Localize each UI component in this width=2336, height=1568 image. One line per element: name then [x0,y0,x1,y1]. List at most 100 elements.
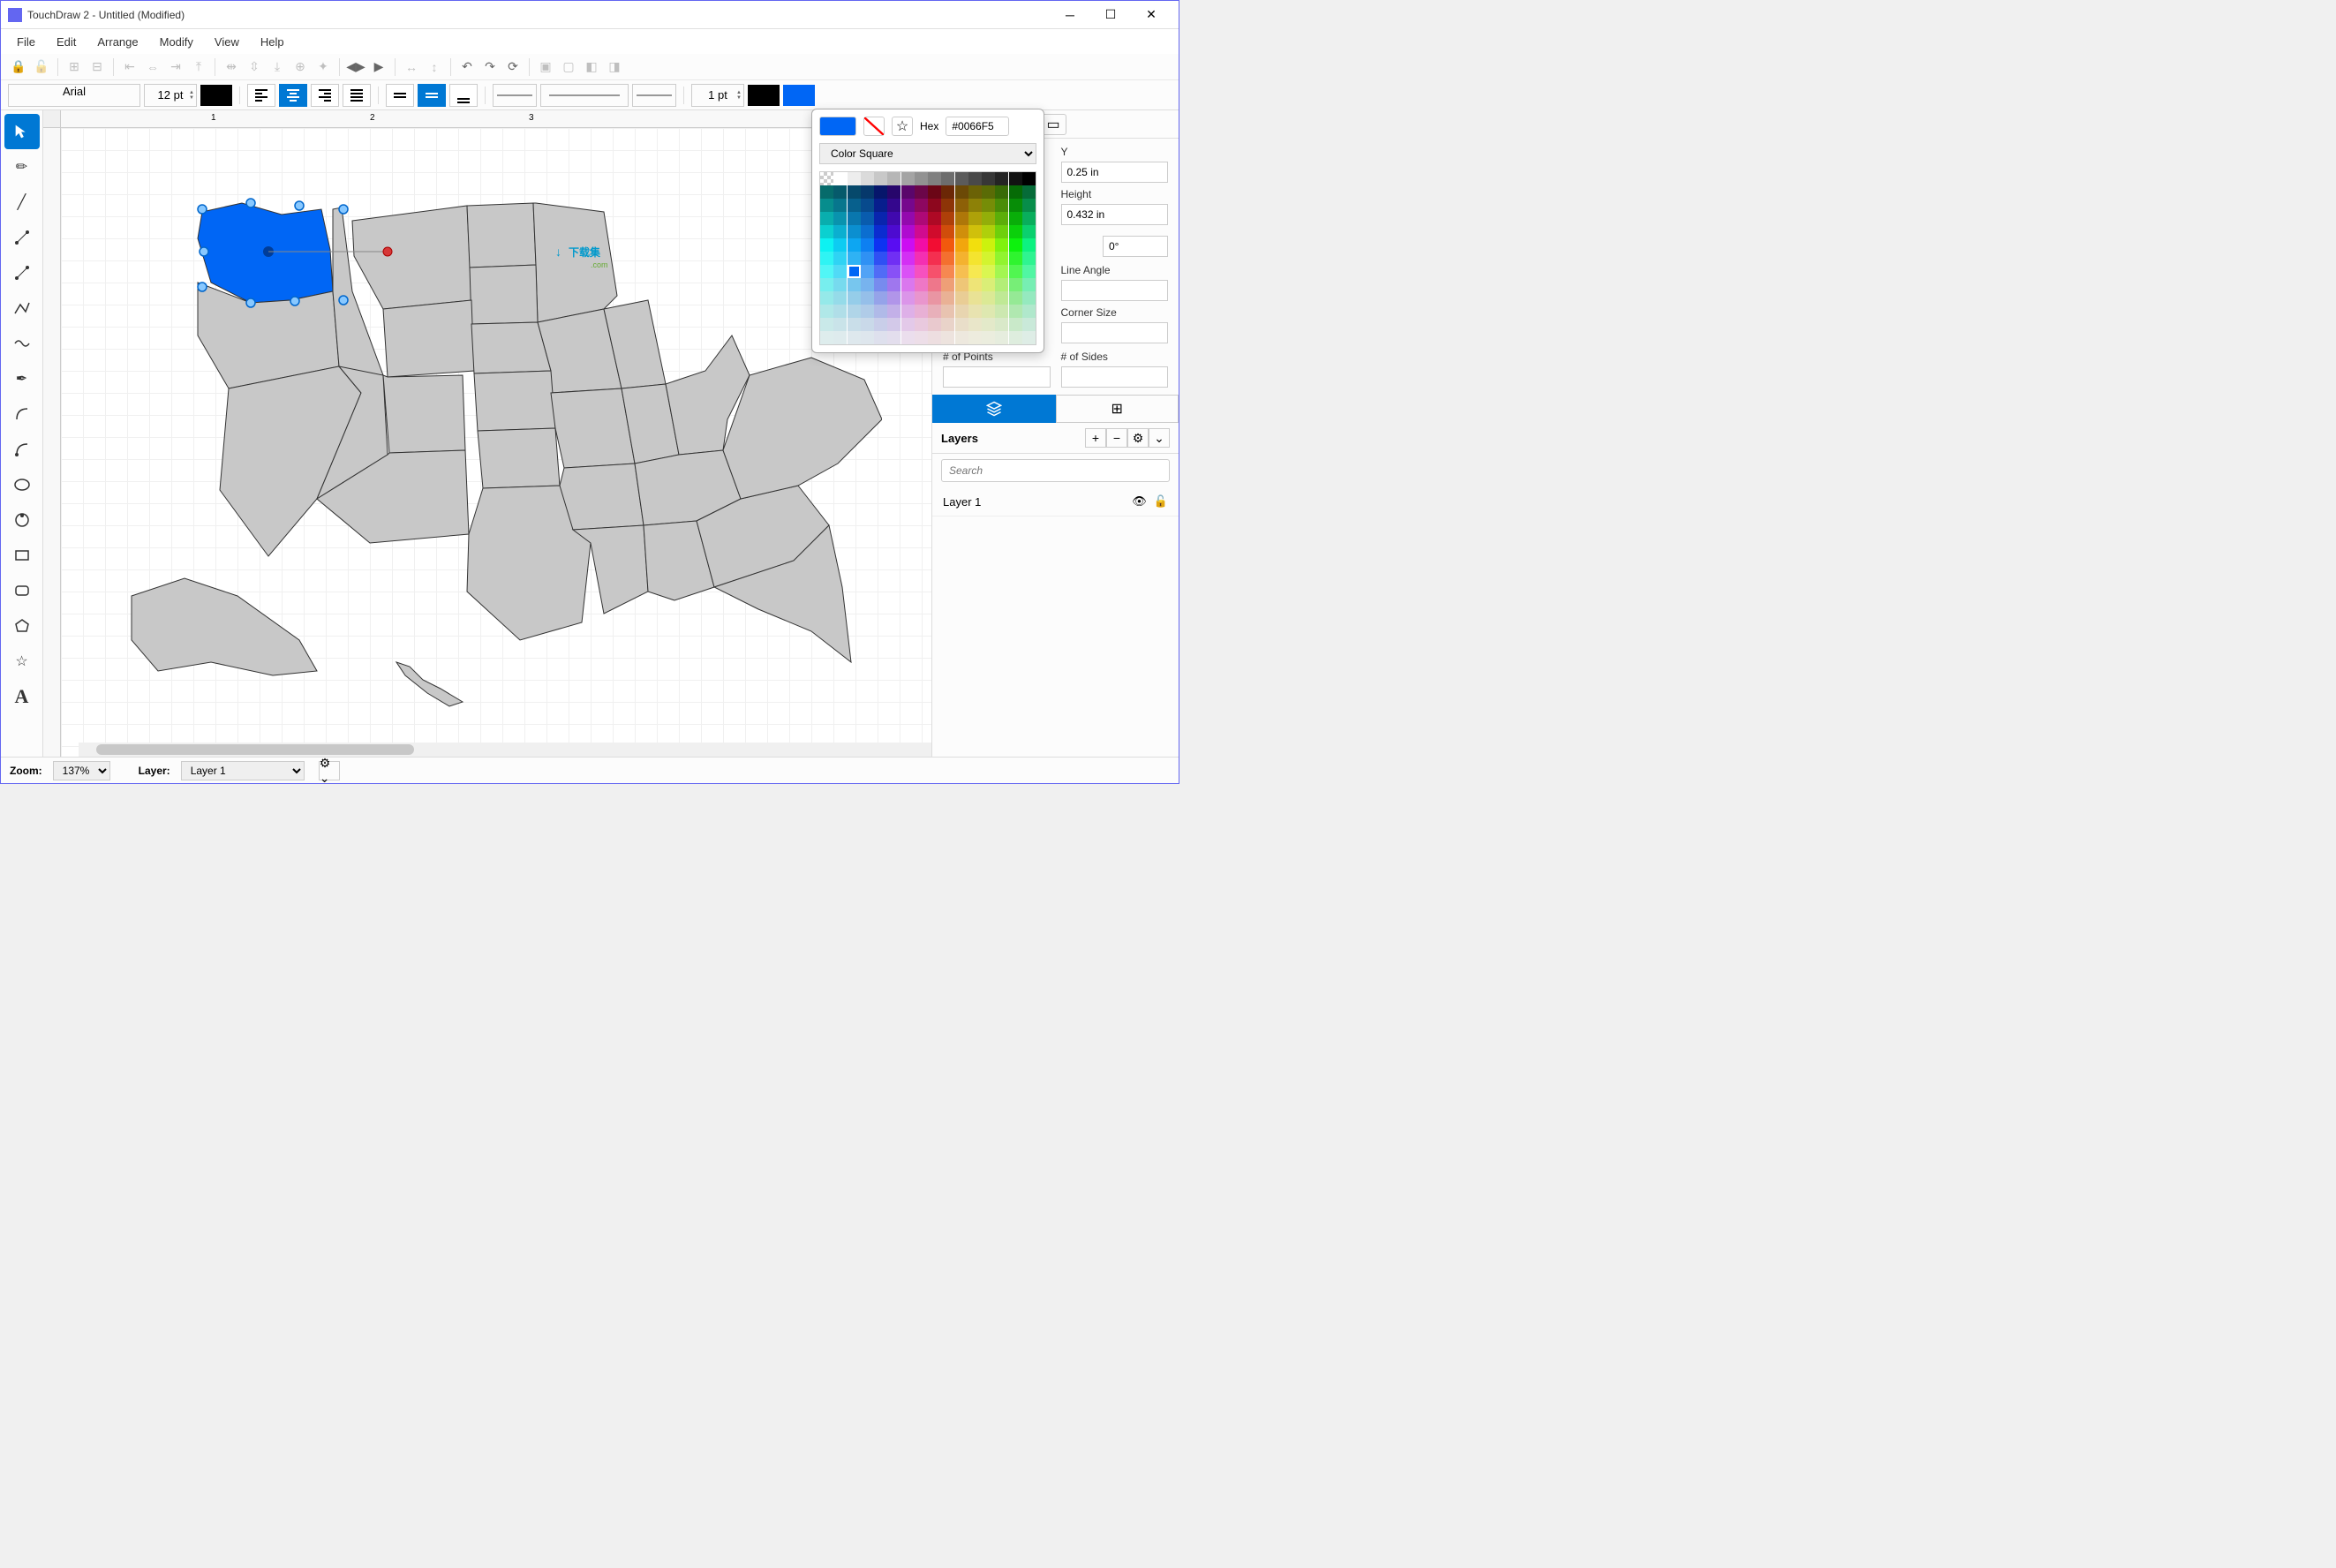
color-cell[interactable] [833,265,847,278]
color-cell[interactable] [1009,252,1022,265]
color-cell[interactable] [928,185,941,199]
y-input[interactable] [1061,162,1169,183]
minimize-button[interactable]: ─ [1050,2,1090,28]
color-cell[interactable] [995,199,1008,212]
color-cell[interactable] [1022,331,1036,344]
color-cell[interactable] [928,212,941,225]
color-cell[interactable] [820,318,833,331]
color-cell[interactable] [1022,225,1036,238]
color-cell[interactable] [1022,265,1036,278]
color-cell[interactable] [874,305,887,318]
color-cell[interactable] [955,185,968,199]
star-tool[interactable]: ☆ [4,644,40,679]
text-color-swatch[interactable] [200,85,232,106]
color-cell[interactable] [820,185,833,199]
canvas[interactable]: ↓ 下载集 .com [61,128,931,757]
color-cell[interactable] [833,225,847,238]
text-align-justify-button[interactable] [343,84,371,107]
width-icon[interactable]: ↔ [401,57,422,78]
color-cell[interactable] [968,318,982,331]
color-cell[interactable] [968,238,982,252]
rotate-left-icon[interactable]: ↶ [456,57,478,78]
color-cell[interactable] [941,252,954,265]
path-tool[interactable] [4,255,40,290]
lock-icon[interactable]: 🔒 [8,57,29,78]
color-cell[interactable] [820,278,833,291]
color-cell[interactable] [861,278,874,291]
color-cell[interactable] [982,185,995,199]
color-cell[interactable] [901,199,915,212]
color-cell[interactable] [968,172,982,185]
color-cell[interactable] [941,265,954,278]
layer-gear-button[interactable]: ⚙ ⌄ [319,761,340,780]
color-cell[interactable] [820,212,833,225]
select-tool[interactable] [4,114,40,149]
rounded-rect-tool[interactable] [4,573,40,608]
color-cell[interactable] [955,331,968,344]
color-cell[interactable] [1022,212,1036,225]
scrollbar-horizontal[interactable] [79,743,931,757]
color-cell[interactable] [928,291,941,305]
color-cell[interactable] [915,305,928,318]
color-cell[interactable] [968,291,982,305]
color-cell[interactable] [941,318,954,331]
color-cell[interactable] [1022,305,1036,318]
color-cell[interactable] [1009,238,1022,252]
color-cell[interactable] [887,212,900,225]
color-cell[interactable] [848,172,861,185]
color-cell[interactable] [982,278,995,291]
flip-h-icon[interactable]: ◀▶ [345,57,366,78]
color-cell[interactable] [995,252,1008,265]
color-cell[interactable] [1022,278,1036,291]
send-back-icon[interactable]: ▢ [558,57,579,78]
line-start-select[interactable] [493,84,537,107]
color-cell[interactable] [982,305,995,318]
color-cell[interactable] [995,212,1008,225]
color-cell[interactable] [861,318,874,331]
arc-tool[interactable] [4,396,40,432]
color-cell[interactable] [941,185,954,199]
favorite-color-button[interactable]: ☆ [892,117,913,136]
color-cell[interactable] [955,252,968,265]
stroke-width-select[interactable]: 1 pt▲▼ [691,84,744,107]
connector-tool[interactable] [4,220,40,255]
color-cell[interactable] [848,238,861,252]
color-cell[interactable] [874,331,887,344]
forward-icon[interactable]: ◧ [581,57,602,78]
layer-item[interactable]: Layer 1 👁 🔓 [932,487,1179,516]
group-icon[interactable]: ⊞ [64,57,85,78]
color-cell[interactable] [915,212,928,225]
color-cell[interactable] [901,252,915,265]
distribute-h-icon[interactable]: ⇹ [221,57,242,78]
lock-icon[interactable]: 🔓 [1154,494,1168,509]
ungroup-icon[interactable]: ⊟ [87,57,108,78]
color-cell[interactable] [941,278,954,291]
color-cell[interactable] [1009,185,1022,199]
pen-tool[interactable]: ✒ [4,361,40,396]
color-cell[interactable] [820,199,833,212]
color-cell[interactable] [955,278,968,291]
align-center-h-icon[interactable]: ⇔ [142,57,163,78]
font-family-select[interactable]: Arial [8,84,140,107]
color-cell[interactable] [1009,199,1022,212]
color-cell[interactable] [941,305,954,318]
valign-bottom-button[interactable] [449,84,478,107]
color-cell[interactable] [1022,252,1036,265]
color-cell[interactable] [848,318,861,331]
color-cell[interactable] [941,212,954,225]
color-cell[interactable] [955,225,968,238]
color-cell[interactable] [982,265,995,278]
color-cell[interactable] [874,291,887,305]
valign-top-button[interactable] [386,84,414,107]
layer-settings-button[interactable]: ⚙ [1127,428,1149,448]
color-cell[interactable] [833,278,847,291]
color-cell[interactable] [1022,199,1036,212]
color-cell[interactable] [848,185,861,199]
stroke-color-swatch[interactable] [748,85,780,106]
menu-file[interactable]: File [8,32,44,52]
color-cell[interactable] [901,238,915,252]
color-cell[interactable] [887,238,900,252]
center-icon[interactable]: ✦ [313,57,334,78]
color-cell[interactable] [820,291,833,305]
zoom-select[interactable]: 137% [53,761,110,780]
